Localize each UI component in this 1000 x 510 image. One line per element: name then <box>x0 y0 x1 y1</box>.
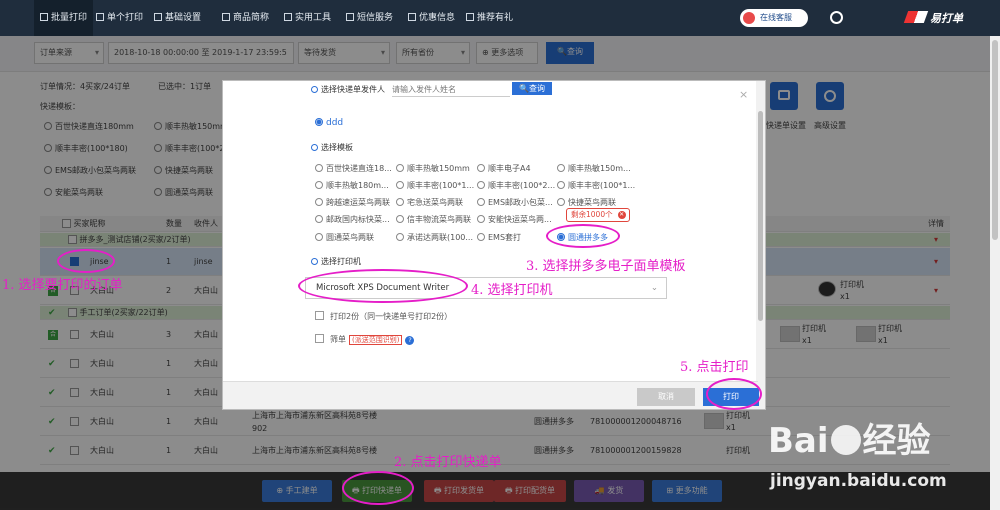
annotation-ring-bottom <box>342 471 414 505</box>
gear-icon <box>311 86 318 93</box>
radio-selected <box>315 118 323 126</box>
close-icon[interactable]: × <box>739 88 748 101</box>
template-option[interactable]: EMS邮政小包菜... <box>477 197 557 208</box>
baidu-watermark: Bai 经验 jingyan.baidu.com <box>766 405 996 500</box>
online-service-button[interactable]: 在线客服 <box>740 9 808 27</box>
annotation-ring-printer <box>298 269 468 303</box>
brand-logo: 易打单 <box>903 10 963 26</box>
annotation-step5: 5. 点击打印 <box>680 360 749 375</box>
template-option[interactable]: 百世快递直连18... <box>315 163 395 174</box>
nav-basic-settings[interactable]: 基础设置 <box>154 0 201 36</box>
template-option[interactable]: 顺丰热敏180m... <box>315 180 395 191</box>
annotation-ring-template <box>546 224 620 248</box>
nav-tools[interactable]: 实用工具 <box>284 0 331 36</box>
template-option[interactable]: 圆通菜鸟两联 <box>315 232 395 243</box>
help-icon[interactable]: ? <box>405 336 415 345</box>
annotation-step1: 1. 选择要打印的订单 <box>2 278 123 293</box>
template-option[interactable]: 顺丰热敏150m... <box>557 163 637 174</box>
wrench-icon <box>284 13 292 21</box>
logo-mark-icon <box>903 11 929 23</box>
nav-referral[interactable]: 推荐有礼 <box>466 0 513 36</box>
print-icon <box>96 13 104 21</box>
sender-option-ddd[interactable]: ddd <box>315 118 343 128</box>
gift-icon <box>466 13 474 21</box>
chevron-down-icon: ⌄ <box>650 283 658 293</box>
print-icon <box>40 13 48 21</box>
template-option[interactable]: 信丰物流菜鸟两联 <box>396 214 476 225</box>
grid-icon <box>222 13 230 21</box>
template-option[interactable]: 跨越速运菜鸟两联 <box>315 197 395 208</box>
gear-icon <box>311 144 318 151</box>
monitor-icon <box>154 13 162 21</box>
dialog-scrollbar-thumb[interactable] <box>758 111 763 321</box>
nav-product-alias[interactable]: 商品简称 <box>222 0 269 36</box>
annotation-ring-print <box>706 378 762 410</box>
dialog-footer: 取消 打印 <box>223 381 759 409</box>
user-icon[interactable] <box>830 11 843 24</box>
template-option[interactable]: 承诺达两联(100... <box>396 232 476 243</box>
gear-icon <box>311 258 318 265</box>
annotation-step3: 3. 选择拼多多电子面单模板 <box>526 259 686 274</box>
service-avatar-icon <box>743 12 755 24</box>
sender-query-button[interactable]: 🔍查询 <box>512 82 552 95</box>
printer-section-label: 选择打印机 <box>311 256 361 267</box>
nav-offers[interactable]: 优惠信息 <box>408 0 455 36</box>
annotation-step2: 2. 点击打印快递单 <box>394 455 502 470</box>
template-option[interactable]: 安能快运菜鸟两... <box>477 214 561 225</box>
remain-badge: 剩余1000个 ✕ <box>566 208 630 222</box>
nav-single-print[interactable]: 单个打印 <box>96 0 143 36</box>
filter-checkbox[interactable] <box>315 334 324 343</box>
template-option[interactable]: 快捷菜鸟两联 <box>557 197 637 208</box>
nav-batch-print[interactable]: 批量打印 <box>34 0 94 36</box>
template-section-label: 选择模板 <box>311 142 353 153</box>
sender-name-input[interactable]: 请输入发件人姓名 <box>392 83 510 97</box>
filter-option[interactable]: 筛单 (派送范围识别)? <box>315 334 415 345</box>
template-option[interactable]: 顺丰电子A4 <box>477 163 557 174</box>
template-option[interactable]: 顺丰丰密(100*1... <box>396 180 476 191</box>
template-option[interactable]: 顺丰丰密(100*1... <box>557 180 637 191</box>
scrollbar-thumb[interactable] <box>992 40 998 240</box>
annotation-step4: 4. 选择打印机 <box>471 283 553 298</box>
print-twice-checkbox[interactable] <box>315 311 324 320</box>
watermark-url: jingyan.baidu.com <box>770 471 947 491</box>
cancel-button[interactable]: 取消 <box>637 388 695 406</box>
top-nav: 批量打印 单个打印 基础设置 商品简称 实用工具 短信服务 优惠信息 推荐有礼 … <box>0 0 1000 36</box>
tag-icon <box>408 13 416 21</box>
sender-label: 选择快递单发件人 <box>311 84 385 95</box>
annotation-ring-row <box>57 249 115 273</box>
template-option[interactable]: 邮政国内标快菜... <box>315 214 395 225</box>
dialog-scrollbar[interactable] <box>756 81 765 409</box>
template-option[interactable]: 宅急送菜鸟两联 <box>396 197 476 208</box>
template-option[interactable]: 顺丰丰密(100*2... <box>477 180 557 191</box>
watermark-bai: Bai 经验 <box>768 421 931 461</box>
close-icon[interactable]: ✕ <box>617 211 626 219</box>
nav-sms[interactable]: 短信服务 <box>346 0 393 36</box>
template-option[interactable]: EMS套打 <box>477 232 557 243</box>
mail-icon <box>346 13 354 21</box>
paw-icon <box>830 425 861 455</box>
template-option[interactable]: 顺丰热敏150mm <box>396 163 476 174</box>
print-twice-option[interactable]: 打印2份（同一快递单号打印2份） <box>315 311 452 322</box>
